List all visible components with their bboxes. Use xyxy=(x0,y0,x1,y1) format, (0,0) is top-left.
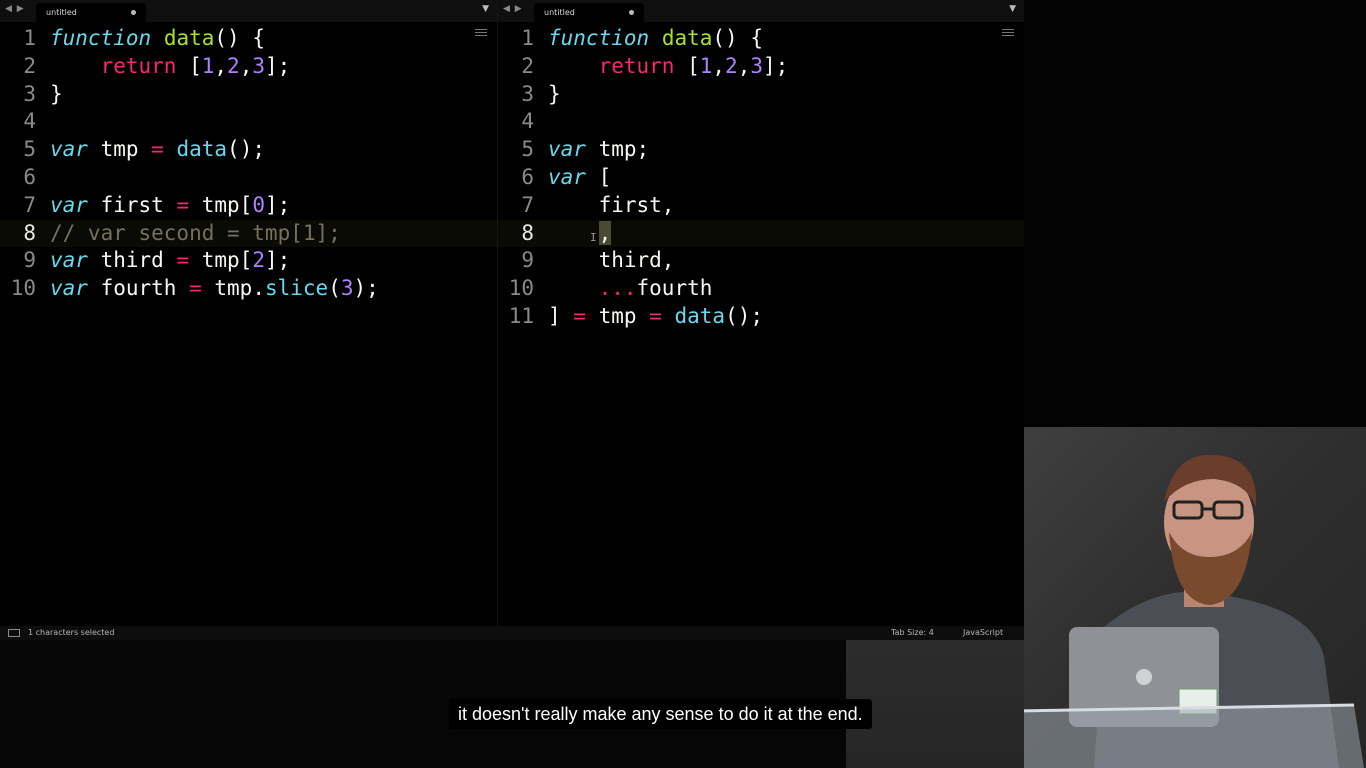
line-code-text[interactable]: var first = tmp[0]; xyxy=(50,192,290,220)
code-line[interactable]: 6 xyxy=(0,164,497,192)
tab-title: untitled xyxy=(544,8,575,17)
line-code-text[interactable]: var tmp = data(); xyxy=(50,136,265,164)
line-number: 2 xyxy=(521,53,534,78)
line-number: 4 xyxy=(521,109,534,134)
left-tab-untitled[interactable]: untitled xyxy=(36,3,146,22)
line-code-text[interactable]: var [ xyxy=(548,164,611,192)
code-line[interactable]: 6 var [ xyxy=(498,164,1024,192)
line-number: 3 xyxy=(521,81,534,106)
line-number: 3 xyxy=(23,81,36,106)
line-code-text[interactable]: } xyxy=(548,81,561,109)
right-tab-untitled[interactable]: untitled xyxy=(534,3,644,22)
line-code-text[interactable]: // var second = tmp[1]; xyxy=(50,220,341,248)
line-code-text[interactable]: return [1,2,3]; xyxy=(548,53,789,81)
line-number: 2 xyxy=(23,53,36,78)
line-number: 11 xyxy=(508,303,534,328)
code-line[interactable]: 2 return [1,2,3]; xyxy=(0,53,497,81)
code-line[interactable]: 11 ] = tmp = data(); xyxy=(498,303,1024,331)
code-editor-window: ◀ ▶ untitled ▼ 1 function data() {2 retur… xyxy=(0,0,1024,640)
code-line[interactable]: 9 third, xyxy=(498,247,1024,275)
line-number: 7 xyxy=(521,192,534,217)
left-right-arrows-icon[interactable]: ◀ ▶ xyxy=(5,4,25,14)
code-line[interactable]: 1 function data() { xyxy=(0,25,497,53)
line-code-text[interactable]: third, xyxy=(548,247,675,275)
line-number: 6 xyxy=(521,164,534,189)
line-number: 4 xyxy=(23,109,36,134)
line-number: 9 xyxy=(23,248,36,273)
line-number: 6 xyxy=(23,164,36,189)
chevron-down-icon[interactable]: ▼ xyxy=(482,4,489,14)
line-code-text[interactable]: function data() { xyxy=(50,25,265,53)
line-code-text[interactable]: ] = tmp = data(); xyxy=(548,303,763,331)
left-code-area[interactable]: 1 function data() {2 return [1,2,3]; 3} 4 5 v… xyxy=(0,25,497,303)
status-bar: 1 characters selected Tab Size: 4 JavaSc… xyxy=(0,626,1024,640)
code-line[interactable]: 8 // var second = tmp[1]; xyxy=(0,219,497,248)
left-tab-bar: ◀ ▶ untitled ▼ xyxy=(0,0,497,22)
right-code-area[interactable]: 1 function data() {2 return [1,2,3]; 3} 4 5 v… xyxy=(498,25,1024,331)
code-line[interactable]: 8 , xyxy=(498,219,1024,248)
line-number: 10 xyxy=(10,276,36,301)
tab-size-indicator[interactable]: Tab Size: 4 xyxy=(891,628,934,637)
line-code-text[interactable]: var third = tmp[2]; xyxy=(50,247,290,275)
code-line[interactable]: 2 return [1,2,3]; xyxy=(498,53,1024,81)
screen: ◀ ▶ untitled ▼ 1 function data() {2 retur… xyxy=(0,0,1366,768)
line-code-text[interactable]: var tmp; xyxy=(548,136,649,164)
line-code-text[interactable]: ...fourth xyxy=(548,275,713,303)
line-number: 8 xyxy=(521,220,534,245)
black-background xyxy=(1024,0,1366,427)
line-number: 7 xyxy=(23,192,36,217)
unsaved-dot-icon[interactable] xyxy=(629,10,634,15)
line-code-text[interactable]: } xyxy=(50,81,63,109)
speaker-video xyxy=(1024,427,1366,768)
selection-status: 1 characters selected xyxy=(28,628,115,637)
text-cursor-icon: I xyxy=(590,231,597,244)
stage-background xyxy=(846,640,1024,768)
code-line[interactable]: 7 var first = tmp[0]; xyxy=(0,192,497,220)
code-line[interactable]: 4 xyxy=(498,108,1024,136)
line-number: 5 xyxy=(521,137,534,162)
panel-icon[interactable] xyxy=(8,629,20,637)
code-line[interactable]: 5 var tmp = data(); xyxy=(0,136,497,164)
line-number: 1 xyxy=(521,26,534,50)
subtitle-caption: it doesn't really make any sense to do i… xyxy=(449,699,872,729)
right-editor-pane: ◀ ▶ untitled ▼ 1 function data() {2 retur… xyxy=(498,0,1024,626)
line-number: 8 xyxy=(23,220,36,245)
line-number: 9 xyxy=(521,248,534,273)
line-code-text[interactable]: , xyxy=(548,220,612,248)
right-tab-bar: ◀ ▶ untitled ▼ xyxy=(498,0,1024,22)
code-line[interactable]: 4 xyxy=(0,108,497,136)
code-line[interactable]: 5 var tmp; xyxy=(498,136,1024,164)
code-line[interactable]: 10 var fourth = tmp.slice(3); xyxy=(0,275,497,303)
line-number: 10 xyxy=(508,276,534,301)
line-code-text[interactable]: var fourth = tmp.slice(3); xyxy=(50,275,379,303)
left-right-arrows-icon[interactable]: ◀ ▶ xyxy=(503,4,523,14)
code-line[interactable]: 10 ...fourth xyxy=(498,275,1024,303)
line-code-text[interactable]: first, xyxy=(548,192,675,220)
tab-title: untitled xyxy=(46,8,77,17)
code-line[interactable]: 3} xyxy=(0,81,497,109)
code-line[interactable]: 3} xyxy=(498,81,1024,109)
line-number: 5 xyxy=(23,137,36,162)
speaker-illustration xyxy=(1024,454,1364,768)
unsaved-dot-icon[interactable] xyxy=(131,10,136,15)
left-editor-pane: ◀ ▶ untitled ▼ 1 function data() {2 retur… xyxy=(0,0,497,626)
chevron-down-icon[interactable]: ▼ xyxy=(1009,4,1016,14)
line-number: 1 xyxy=(23,26,36,50)
code-line[interactable]: 9 var third = tmp[2]; xyxy=(0,247,497,275)
code-line[interactable]: 1 function data() { xyxy=(498,25,1024,53)
code-line[interactable]: 7 first, xyxy=(498,192,1024,220)
line-code-text[interactable]: function data() { xyxy=(548,25,763,53)
line-code-text[interactable]: return [1,2,3]; xyxy=(50,53,291,81)
syntax-indicator[interactable]: JavaScript xyxy=(963,628,1003,637)
